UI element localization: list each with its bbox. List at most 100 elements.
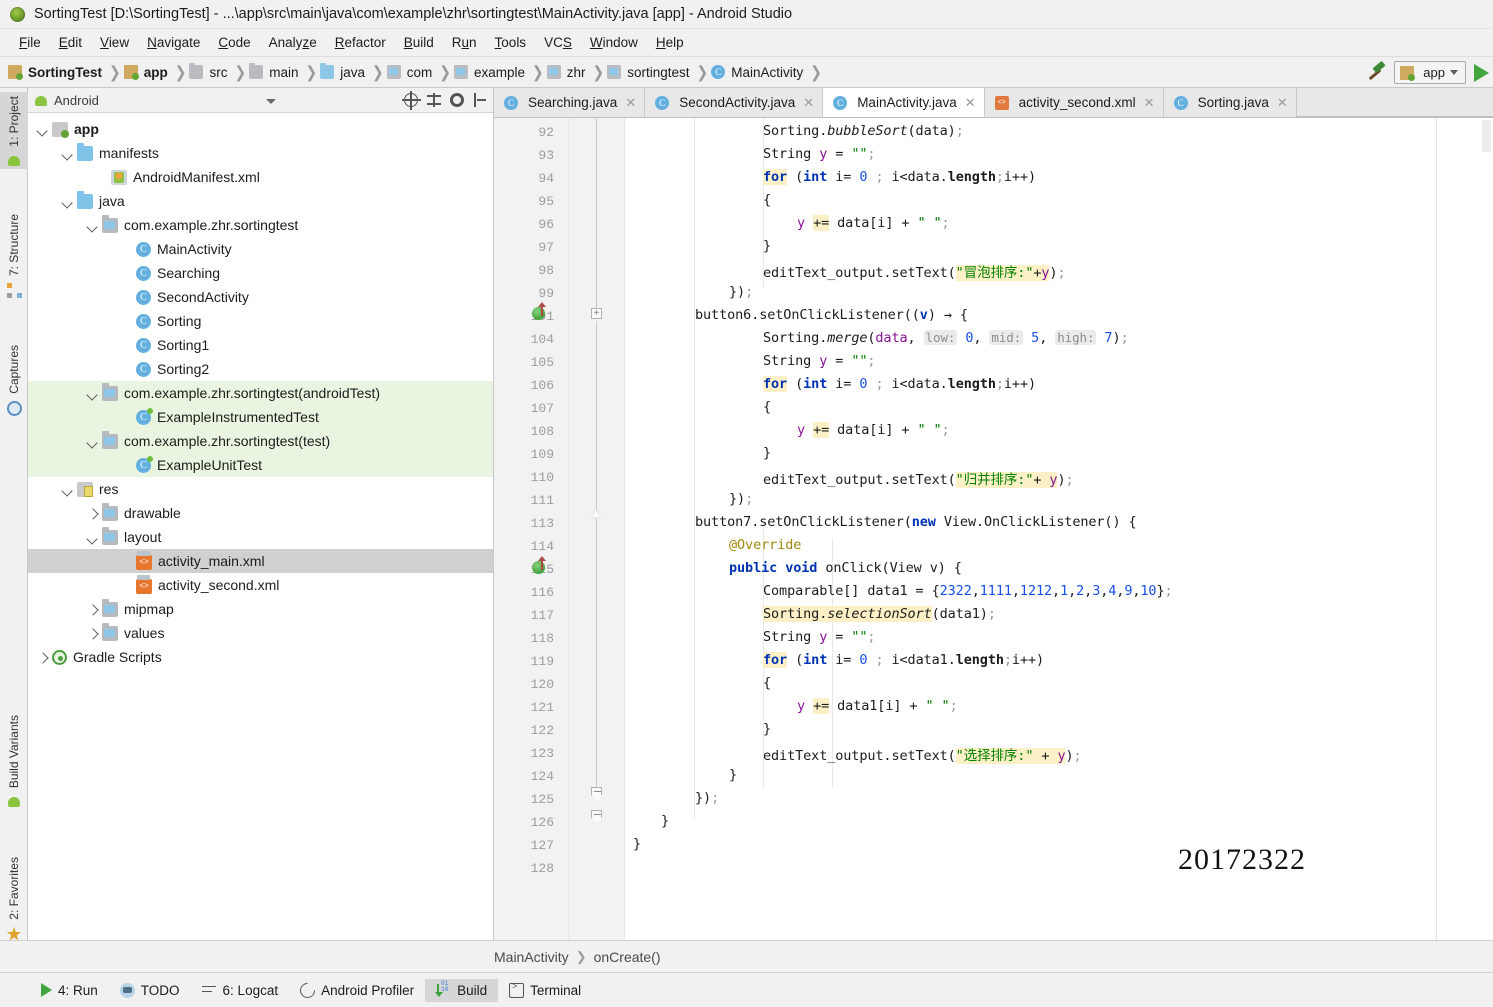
breadcrumb-item-mainactivity[interactable]: MainActivity ❯	[711, 62, 825, 81]
chevron-down-icon[interactable]	[266, 99, 276, 104]
close-icon[interactable]: ✕	[803, 95, 814, 111]
fold-region-icon[interactable]	[591, 810, 603, 824]
tab-activity-second-xml[interactable]: activity_second.xml ✕	[984, 88, 1164, 117]
tab-mainactivity-java[interactable]: MainActivity.java ✕	[823, 88, 985, 117]
chevron-down-icon[interactable]	[61, 483, 74, 496]
tab-searching-java[interactable]: Searching.java ✕	[494, 88, 646, 117]
tree-node-activity-main-xml[interactable]: activity_main.xml	[28, 549, 493, 573]
menu-analyze[interactable]: Analyze	[260, 33, 326, 52]
editor-body[interactable]: 92 93 94 95 96 97 98 99 101 104 105 106 …	[494, 118, 1493, 940]
scrollbar-thumb[interactable]	[1482, 120, 1491, 152]
statusbar-logcat[interactable]: 6: Logcat	[191, 979, 290, 1002]
close-icon[interactable]: ✕	[965, 95, 976, 111]
chevron-down-icon[interactable]	[86, 531, 99, 544]
sidebar-item-project[interactable]: 1: Project	[0, 92, 28, 169]
run-configuration-selector[interactable]: app	[1394, 61, 1466, 84]
statusbar-run[interactable]: 4: Run	[30, 979, 109, 1002]
menu-vcs[interactable]: VCS	[535, 33, 581, 52]
tab-sorting-java[interactable]: Sorting.java ✕	[1163, 88, 1297, 117]
status-breadcrumb-method[interactable]: onCreate()	[594, 949, 661, 965]
target-icon[interactable]	[402, 91, 421, 110]
breadcrumb-item-java[interactable]: java ❯	[320, 62, 387, 81]
hammer-icon[interactable]	[1364, 62, 1386, 84]
breadcrumb-item-sortingtest-pkg[interactable]: sortingtest ❯	[607, 62, 711, 81]
menu-refactor[interactable]: Refactor	[326, 33, 395, 52]
sidebar-item-captures[interactable]: Captures	[0, 341, 28, 419]
chevron-down-icon[interactable]	[61, 195, 74, 208]
status-breadcrumb-class[interactable]: MainActivity	[494, 949, 569, 965]
chevron-right-icon[interactable]	[86, 603, 99, 616]
menu-build[interactable]: Build	[395, 33, 443, 52]
tree-node-secondactivity[interactable]: SecondActivity	[28, 285, 493, 309]
menu-run[interactable]: Run	[443, 33, 486, 52]
close-icon[interactable]: ✕	[1277, 95, 1288, 111]
tree-node-manifests[interactable]: manifests	[28, 141, 493, 165]
menu-file[interactable]: File	[10, 33, 50, 52]
chevron-down-icon[interactable]	[61, 147, 74, 160]
project-view-selector[interactable]: Android	[34, 91, 99, 109]
tree-node-sorting1[interactable]: Sorting1	[28, 333, 493, 357]
chevron-right-icon[interactable]	[86, 627, 99, 640]
fold-region-icon[interactable]	[591, 787, 603, 801]
tree-node-sorting[interactable]: Sorting	[28, 309, 493, 333]
sidebar-item-build-variants[interactable]: Build Variants	[0, 711, 28, 810]
tree-node-res[interactable]: res	[28, 477, 493, 501]
breadcrumb-item-main[interactable]: main ❯	[249, 62, 320, 81]
chevron-down-icon[interactable]	[86, 219, 99, 232]
collapse-all-icon[interactable]	[427, 93, 441, 107]
statusbar-build[interactable]: Build	[425, 978, 499, 1002]
tree-node-exampleinstrumentedtest[interactable]: ExampleInstrumentedTest	[28, 405, 493, 429]
chevron-down-icon[interactable]	[86, 435, 99, 448]
tree-node-mainactivity[interactable]: MainActivity	[28, 237, 493, 261]
breadcrumb-item-com[interactable]: com ❯	[386, 62, 454, 81]
statusbar-terminal[interactable]: Terminal	[498, 979, 592, 1002]
fold-expand-icon[interactable]: +	[591, 308, 602, 319]
fold-region-end-icon[interactable]	[591, 510, 602, 518]
statusbar-todo[interactable]: TODO	[109, 979, 191, 1002]
breadcrumb-item-app[interactable]: app ❯	[123, 62, 190, 81]
tree-node-package-test[interactable]: com.example.zhr.sortingtest (test)	[28, 429, 493, 453]
tree-node-package-main[interactable]: com.example.zhr.sortingtest	[28, 213, 493, 237]
breadcrumb-item-sortingtest[interactable]: SortingTest ❯	[8, 62, 124, 81]
run-triangle-icon[interactable]	[1474, 63, 1489, 82]
sidebar-item-favorites[interactable]: 2: Favorites	[0, 853, 28, 945]
tree-node-layout[interactable]: layout	[28, 525, 493, 549]
breadcrumb-item-example[interactable]: example ❯	[453, 62, 547, 81]
close-icon[interactable]: ✕	[1144, 95, 1155, 111]
breadcrumb-item-src[interactable]: src ❯	[189, 62, 249, 81]
tree-node-sorting2[interactable]: Sorting2	[28, 357, 493, 381]
tree-node-app[interactable]: app	[28, 117, 493, 141]
tree-node-searching[interactable]: Searching	[28, 261, 493, 285]
override-marker-icon[interactable]	[532, 556, 546, 574]
menu-help[interactable]: Help	[647, 33, 693, 52]
menu-code[interactable]: Code	[209, 33, 259, 52]
tree-node-mipmap[interactable]: mipmap	[28, 597, 493, 621]
chevron-down-icon[interactable]	[86, 387, 99, 400]
hide-icon[interactable]	[473, 93, 487, 107]
tree-node-gradle-scripts[interactable]: Gradle Scripts	[28, 645, 493, 669]
menu-edit[interactable]: Edit	[50, 33, 91, 52]
tree-node-drawable[interactable]: drawable	[28, 501, 493, 525]
code-text-area[interactable]: Sorting.bubbleSort(data); String y = "";…	[625, 118, 1493, 940]
menu-view[interactable]: View	[91, 33, 138, 52]
chevron-down-icon[interactable]	[36, 123, 49, 136]
project-tree[interactable]: app manifests AndroidManifest.xml java c…	[28, 113, 493, 940]
tree-node-exampleunittest[interactable]: ExampleUnitTest	[28, 453, 493, 477]
tree-node-package-androidtest[interactable]: com.example.zhr.sortingtest (androidTest…	[28, 381, 493, 405]
tree-node-activity-second-xml[interactable]: activity_second.xml	[28, 573, 493, 597]
statusbar-android-profiler[interactable]: Android Profiler	[289, 979, 425, 1002]
tree-node-java[interactable]: java	[28, 189, 493, 213]
override-marker-icon[interactable]	[532, 302, 546, 320]
menu-window[interactable]: Window	[581, 33, 647, 52]
menu-navigate[interactable]: Navigate	[138, 33, 209, 52]
gear-icon[interactable]	[450, 93, 464, 107]
tree-node-values[interactable]: values	[28, 621, 493, 645]
tab-secondactivity-java[interactable]: SecondActivity.java ✕	[645, 88, 824, 117]
chevron-right-icon[interactable]	[36, 651, 49, 664]
menu-tools[interactable]: Tools	[486, 33, 536, 52]
sidebar-item-structure[interactable]: 7: Structure	[0, 210, 28, 301]
tree-node-androidmanifest[interactable]: AndroidManifest.xml	[28, 165, 493, 189]
breadcrumb-item-zhr[interactable]: zhr ❯	[546, 62, 608, 81]
chevron-right-icon[interactable]	[86, 507, 99, 520]
editor-scrollbar[interactable]	[1480, 118, 1493, 940]
